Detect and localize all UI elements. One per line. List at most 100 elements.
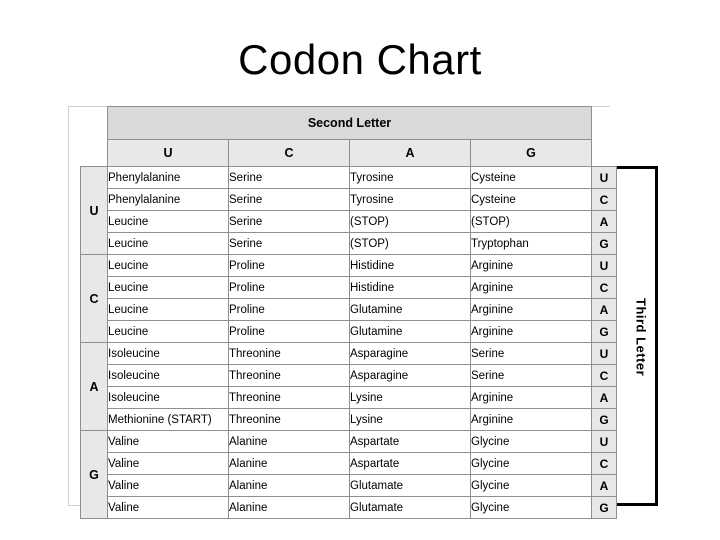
- cell-c-g: Arginine: [470, 298, 592, 321]
- cell-u-u: Leucine: [107, 210, 229, 233]
- cell-a-a: Lysine: [349, 408, 471, 431]
- cell-u-u: Phenylalanine: [107, 166, 229, 189]
- cell-u-g: (STOP): [470, 210, 592, 233]
- third-letter-g3: G: [591, 408, 617, 431]
- second-letter-col-u: U: [107, 139, 229, 167]
- cell-a-u: Isoleucine: [107, 364, 229, 387]
- corner-blank-left-2: [80, 139, 108, 167]
- cell-u-g: Tryptophan: [470, 232, 592, 255]
- cell-g-a: Glutamate: [349, 474, 471, 497]
- cell-g-c: Alanine: [228, 474, 350, 497]
- cell-a-u: Methionine (START): [107, 408, 229, 431]
- table-row: A Isoleucine Threonine Asparagine Serine…: [80, 342, 617, 431]
- cell-a-u: Isoleucine: [107, 386, 229, 409]
- cell-a-a: Asparagine: [349, 364, 471, 387]
- third-letter-a2: A: [591, 298, 617, 321]
- third-letter-g1: G: [591, 232, 617, 255]
- third-letter-c4: C: [591, 452, 617, 475]
- cell-g-g: Glycine: [470, 430, 592, 453]
- cell-c-u: Leucine: [107, 320, 229, 343]
- second-letter-col-g: G: [470, 139, 592, 167]
- cell-u-c: Serine: [228, 166, 350, 189]
- cell-u-u: Leucine: [107, 232, 229, 255]
- cell-g-a: Aspartate: [349, 430, 471, 453]
- cell-c-g: Arginine: [470, 276, 592, 299]
- first-letter-u: U: [80, 166, 108, 255]
- cell-u-c: Serine: [228, 188, 350, 211]
- cell-g-u: Valine: [107, 430, 229, 453]
- cell-u-a: (STOP): [349, 232, 471, 255]
- cell-c-g: Arginine: [470, 254, 592, 277]
- cell-a-g: Arginine: [470, 386, 592, 409]
- third-letter-u3: U: [591, 342, 617, 365]
- first-letter-g: G: [80, 430, 108, 519]
- cell-g-u: Valine: [107, 452, 229, 475]
- corner-blank-left: [80, 106, 108, 140]
- third-letter-g4: G: [591, 496, 617, 519]
- third-letter-g2: G: [591, 320, 617, 343]
- cell-a-c: Threonine: [228, 364, 350, 387]
- third-letter-c2: C: [591, 276, 617, 299]
- third-letter-c3: C: [591, 364, 617, 387]
- cell-u-g: Cysteine: [470, 166, 592, 189]
- cell-a-c: Threonine: [228, 408, 350, 431]
- codon-table-body: Second Letter U C A G U Phenylalanine Se…: [80, 106, 617, 519]
- cell-g-c: Alanine: [228, 430, 350, 453]
- third-letter-c1: C: [591, 188, 617, 211]
- cell-c-a: Glutamine: [349, 298, 471, 321]
- table-row: Isoleucine Threonine Asparagine Serine C: [81, 364, 617, 387]
- table-header-row-letters: U C A G: [80, 139, 617, 167]
- table-row: Isoleucine Threonine Lysine Arginine A: [81, 386, 617, 409]
- table-row: Leucine Serine (STOP) Tryptophan G: [81, 232, 617, 255]
- page-title: Codon Chart: [238, 36, 482, 83]
- cell-u-a: Tyrosine: [349, 166, 471, 189]
- table-row: Valine Alanine Aspartate Glycine C: [81, 452, 617, 475]
- table-row: C Leucine Proline Histidine Arginine U: [80, 254, 617, 343]
- cell-c-u: Leucine: [107, 298, 229, 321]
- cell-a-g: Serine: [470, 342, 592, 365]
- codon-table: Second Letter U C A G U Phenylalanine Se…: [80, 106, 617, 519]
- cell-g-g: Glycine: [470, 452, 592, 475]
- cell-c-u: Leucine: [107, 276, 229, 299]
- table-row: Methionine (START) Threonine Lysine Argi…: [81, 408, 617, 431]
- cell-g-u: Valine: [107, 496, 229, 519]
- corner-blank-right: [591, 106, 617, 140]
- table-row: G Valine Alanine Aspartate Glycine U: [80, 430, 617, 519]
- cell-c-a: Histidine: [349, 276, 471, 299]
- first-letter-c: C: [80, 254, 108, 343]
- cell-u-a: Tyrosine: [349, 188, 471, 211]
- cell-u-u: Phenylalanine: [107, 188, 229, 211]
- table-row: Leucine Proline Glutamine Arginine A: [81, 298, 617, 321]
- codon-grid: Second Letter U C A G U Phenylalanine Se…: [80, 106, 617, 519]
- cell-a-c: Threonine: [228, 342, 350, 365]
- cell-g-a: Aspartate: [349, 452, 471, 475]
- cell-c-u: Leucine: [107, 254, 229, 277]
- cell-g-c: Alanine: [228, 452, 350, 475]
- cell-a-g: Arginine: [470, 408, 592, 431]
- second-letter-col-c: C: [228, 139, 350, 167]
- cell-g-a: Glutamate: [349, 496, 471, 519]
- slide: Codon Chart First Letter Third Letter Se…: [0, 0, 720, 540]
- cell-g-c: Alanine: [228, 496, 350, 519]
- third-letter-u4: U: [591, 430, 617, 453]
- cell-c-c: Proline: [228, 276, 350, 299]
- table-row: Leucine Serine (STOP) (STOP) A: [81, 210, 617, 233]
- second-letter-header: Second Letter: [107, 106, 592, 140]
- third-letter-a4: A: [591, 474, 617, 497]
- third-letter-a1: A: [591, 210, 617, 233]
- table-row: Leucine Proline Glutamine Arginine G: [81, 320, 617, 343]
- cell-u-c: Serine: [228, 232, 350, 255]
- cell-c-c: Proline: [228, 320, 350, 343]
- cell-a-u: Isoleucine: [107, 342, 229, 365]
- second-letter-col-a: A: [349, 139, 471, 167]
- cell-c-g: Arginine: [470, 320, 592, 343]
- table-row: Valine Alanine Glutamate Glycine A: [81, 474, 617, 497]
- cell-c-a: Glutamine: [349, 320, 471, 343]
- third-letter-axis-label: Third Letter: [633, 297, 649, 377]
- cell-a-g: Serine: [470, 364, 592, 387]
- table-header-row-second-letter: Second Letter: [80, 106, 617, 140]
- cell-a-a: Asparagine: [349, 342, 471, 365]
- cell-c-a: Histidine: [349, 254, 471, 277]
- cell-u-a: (STOP): [349, 210, 471, 233]
- cell-a-c: Threonine: [228, 386, 350, 409]
